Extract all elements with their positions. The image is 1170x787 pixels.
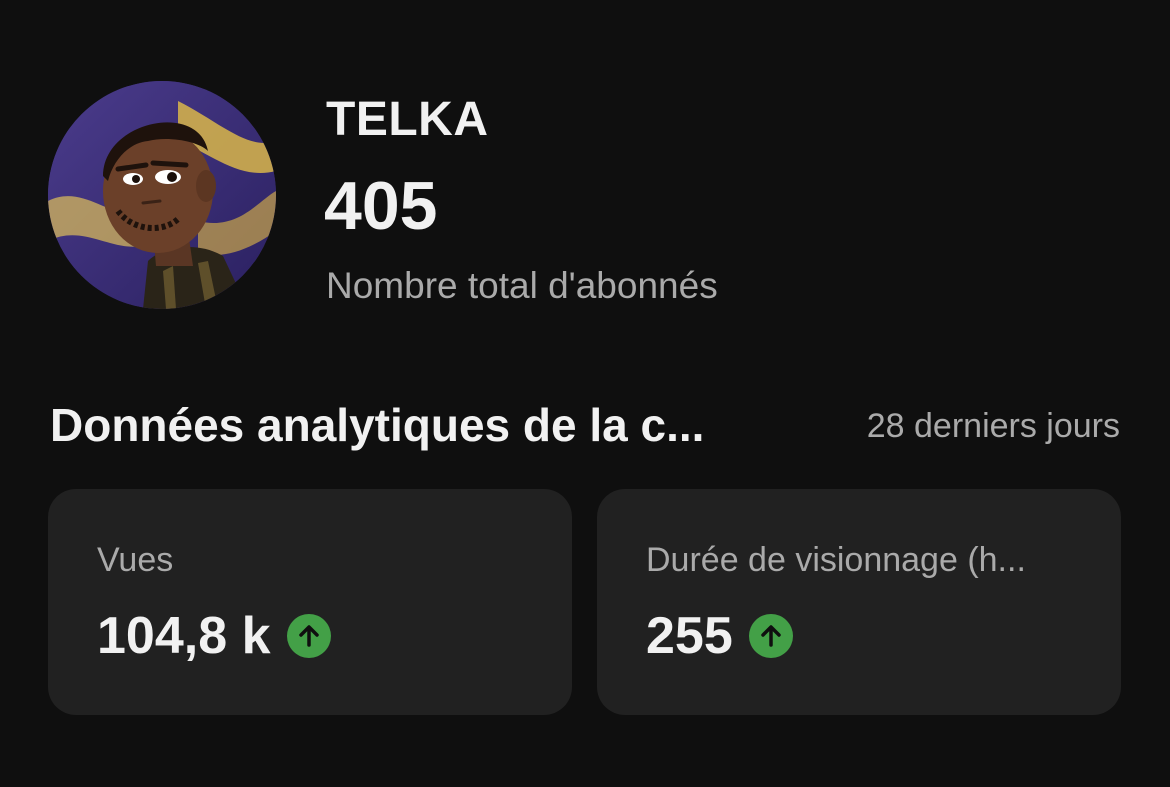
channel-analytics-screen: TELKA 405 Nombre total d'abonnés Données… (0, 0, 1170, 787)
views-card-value: 104,8 k (97, 607, 271, 665)
channel-name: TELKA (326, 93, 489, 146)
analytics-period: 28 derniers jours (866, 407, 1120, 445)
trend-up-arrow-icon (748, 614, 793, 658)
avatar-illustration-icon (48, 81, 276, 309)
views-card-label: Vues (97, 541, 174, 579)
subscriber-count: 405 (324, 168, 438, 244)
watch-time-card-value-row: 255 (646, 606, 793, 666)
views-card-value-row: 104,8 k (97, 606, 331, 666)
subscriber-label: Nombre total d'abonnés (326, 265, 718, 306)
trend-up-arrow-icon (286, 614, 331, 658)
watch-time-card[interactable]: Durée de visionnage (h... 255 (597, 489, 1121, 715)
watch-time-card-value: 255 (646, 607, 733, 665)
watch-time-card-label: Durée de visionnage (h... (646, 541, 1026, 579)
analytics-section-title[interactable]: Données analytiques de la c... (50, 398, 815, 452)
views-card[interactable]: Vues 104,8 k (48, 489, 572, 715)
channel-avatar[interactable] (48, 81, 276, 309)
